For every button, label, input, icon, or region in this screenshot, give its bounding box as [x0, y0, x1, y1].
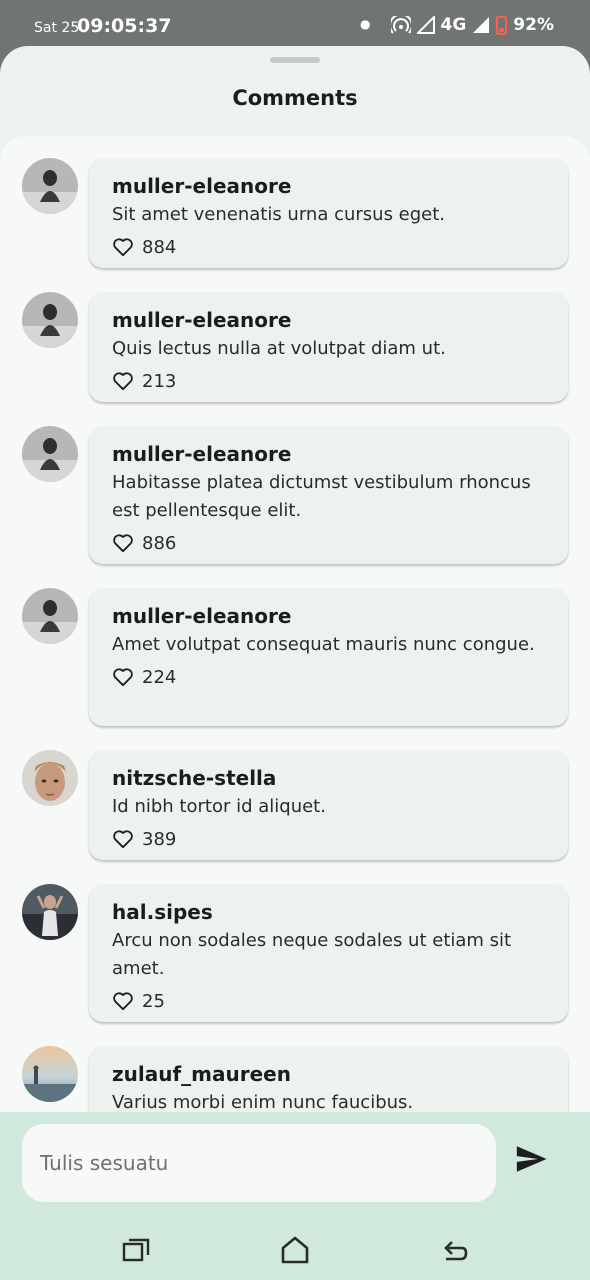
heart-outline-icon[interactable] [112, 667, 134, 687]
comment-text: Arcu non sodales neque sodales ut etiam … [112, 930, 512, 979]
recents-button[interactable] [116, 1230, 156, 1270]
signal-icon [416, 16, 435, 34]
comment-bubble: muller-eleanore Habitasse platea dictums… [89, 426, 568, 564]
comment-username[interactable]: hal.sipes [112, 900, 548, 924]
like-count: 389 [142, 828, 177, 850]
send-icon[interactable] [514, 1142, 548, 1176]
battery-icon [496, 15, 508, 35]
comment-text: Amet volutpat consequat mauris nunc cong… [112, 634, 535, 655]
status-time: 09:05:37 [77, 15, 172, 37]
heart-outline-icon[interactable] [112, 371, 134, 391]
avatar[interactable] [22, 588, 78, 644]
back-button[interactable] [434, 1230, 474, 1270]
comment-text: Sit amet venenatis urna cursus eget. [112, 204, 446, 225]
comment-bubble: nitzsche-stella Id nibh tortor id alique… [89, 750, 568, 860]
comment-text: Quis lectus nulla at volutpat diam ut. [112, 338, 446, 359]
notification-dot-icon: ● [360, 17, 371, 31]
system-nav-bar [0, 1220, 590, 1280]
home-icon[interactable] [280, 1236, 310, 1264]
like-row: 213 [112, 368, 548, 394]
recents-icon[interactable] [122, 1238, 150, 1262]
drag-handle[interactable] [270, 57, 320, 63]
avatar[interactable] [22, 426, 78, 482]
avatar[interactable] [22, 292, 78, 348]
comment-username[interactable]: muller-eleanore [112, 604, 548, 628]
send-button[interactable] [514, 1142, 554, 1182]
like-count: 25 [142, 990, 165, 1012]
comment-input[interactable] [22, 1124, 496, 1202]
comments-sheet: Comments muller-eleanore Sit amet venena… [0, 46, 590, 1280]
like-count: 884 [142, 236, 177, 258]
comment-bubble: muller-eleanore Sit amet venenatis urna … [89, 158, 568, 268]
network-type: 4G [440, 15, 467, 35]
comment-username[interactable]: muller-eleanore [112, 174, 548, 198]
sheet-title: Comments [232, 86, 358, 110]
like-row: 884 [112, 234, 548, 260]
avatar[interactable] [22, 158, 78, 214]
like-row: 25 [112, 988, 548, 1014]
heart-outline-icon[interactable] [112, 237, 134, 257]
status-indicators: 4G 92% [390, 15, 554, 35]
like-count: 224 [142, 666, 177, 688]
home-button[interactable] [275, 1230, 315, 1270]
comment-bubble: zulauf_maureen Varius morbi enim nunc fa… [89, 1046, 568, 1112]
comment-bubble: hal.sipes Arcu non sodales neque sodales… [89, 884, 568, 1022]
avatar[interactable] [22, 750, 78, 806]
comment-username[interactable]: zulauf_maureen [112, 1062, 548, 1086]
comment-text: Id nibh tortor id aliquet. [112, 796, 326, 817]
like-row: 224 [112, 664, 548, 690]
comment-username[interactable]: muller-eleanore [112, 308, 548, 332]
back-icon[interactable] [440, 1238, 468, 1262]
comment-username[interactable]: muller-eleanore [112, 442, 548, 466]
avatar[interactable] [22, 1046, 78, 1102]
like-row: 886 [112, 530, 548, 556]
battery-level: 92% [513, 15, 554, 35]
heart-outline-icon[interactable] [112, 533, 134, 553]
status-bar: Sat 25 09:05:37 ● 4G 92% [0, 0, 590, 50]
avatar[interactable] [22, 884, 78, 940]
like-count: 886 [142, 532, 177, 554]
status-date: Sat 25 [34, 20, 80, 36]
comment-composer [0, 1112, 590, 1280]
like-row: 389 [112, 826, 548, 852]
comment-bubble: muller-eleanore Amet volutpat consequat … [89, 588, 568, 726]
comment-text: Habitasse platea dictumst vestibulum rho… [112, 472, 531, 521]
comments-list[interactable]: muller-eleanore Sit amet venenatis urna … [0, 136, 590, 1112]
heart-outline-icon[interactable] [112, 829, 134, 849]
heart-outline-icon[interactable] [112, 991, 134, 1011]
signal-icon-2 [473, 17, 490, 33]
comment-username[interactable]: nitzsche-stella [112, 766, 548, 790]
like-count: 213 [142, 370, 177, 392]
hotspot-icon [390, 16, 411, 34]
comment-bubble: muller-eleanore Quis lectus nulla at vol… [89, 292, 568, 402]
comment-text: Varius morbi enim nunc faucibus. [112, 1092, 414, 1112]
